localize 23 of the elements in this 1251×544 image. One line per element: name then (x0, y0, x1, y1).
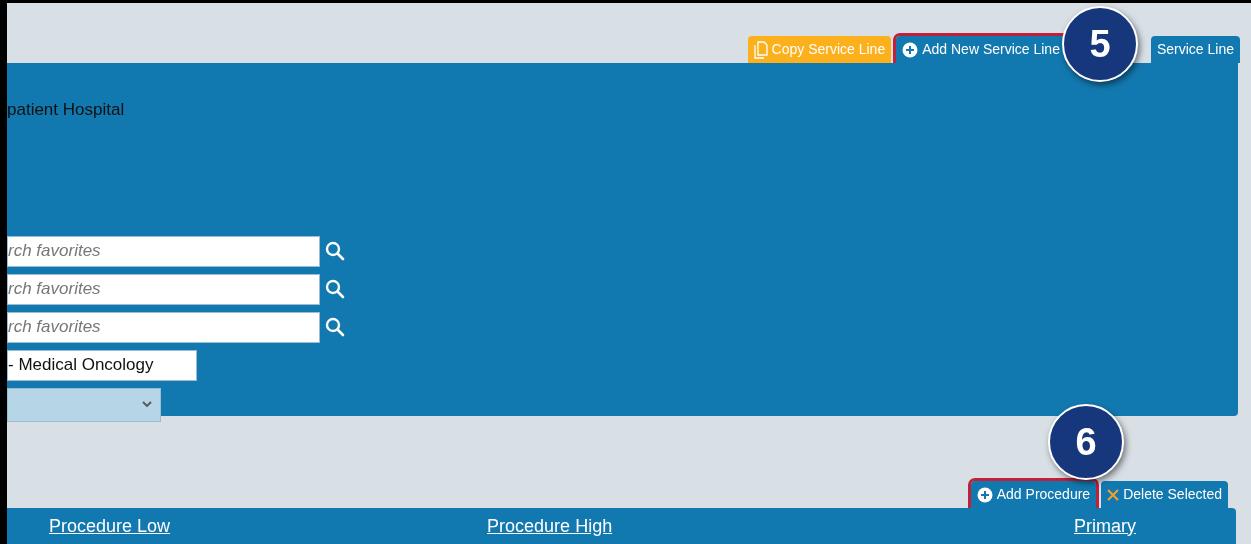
search-field[interactable]: rch favorites (7, 273, 320, 305)
tab[interactable]: Add New Service Line (896, 36, 1066, 63)
tab[interactable]: Add Procedure (970, 481, 1097, 508)
search-icon[interactable] (325, 317, 345, 337)
column-header-link[interactable]: Primary (1074, 512, 1136, 540)
callout-badge: 5 (1062, 6, 1138, 82)
search-field[interactable]: rch favorites (7, 311, 320, 343)
tab[interactable]: Delete Selected (1101, 481, 1228, 508)
facility-text: patient Hospital (7, 99, 126, 121)
search-icon[interactable] (325, 279, 345, 299)
chevron-down-icon (142, 401, 152, 408)
close-icon (1107, 488, 1120, 501)
copy-icon (753, 40, 768, 59)
plus-circle-icon (902, 41, 919, 58)
tab[interactable]: Service Line (1150, 36, 1240, 63)
dropdown[interactable] (7, 387, 161, 422)
plus-circle-icon (976, 486, 993, 503)
search-icon[interactable] (325, 241, 345, 261)
callout-badge: 6 (1048, 404, 1124, 480)
column-header-link[interactable]: Procedure Low (49, 512, 171, 540)
specialty-field[interactable]: - Medical Oncology (7, 349, 197, 381)
column-header-link[interactable]: Procedure High (487, 512, 613, 540)
search-field[interactable]: rch favorites (7, 235, 320, 267)
